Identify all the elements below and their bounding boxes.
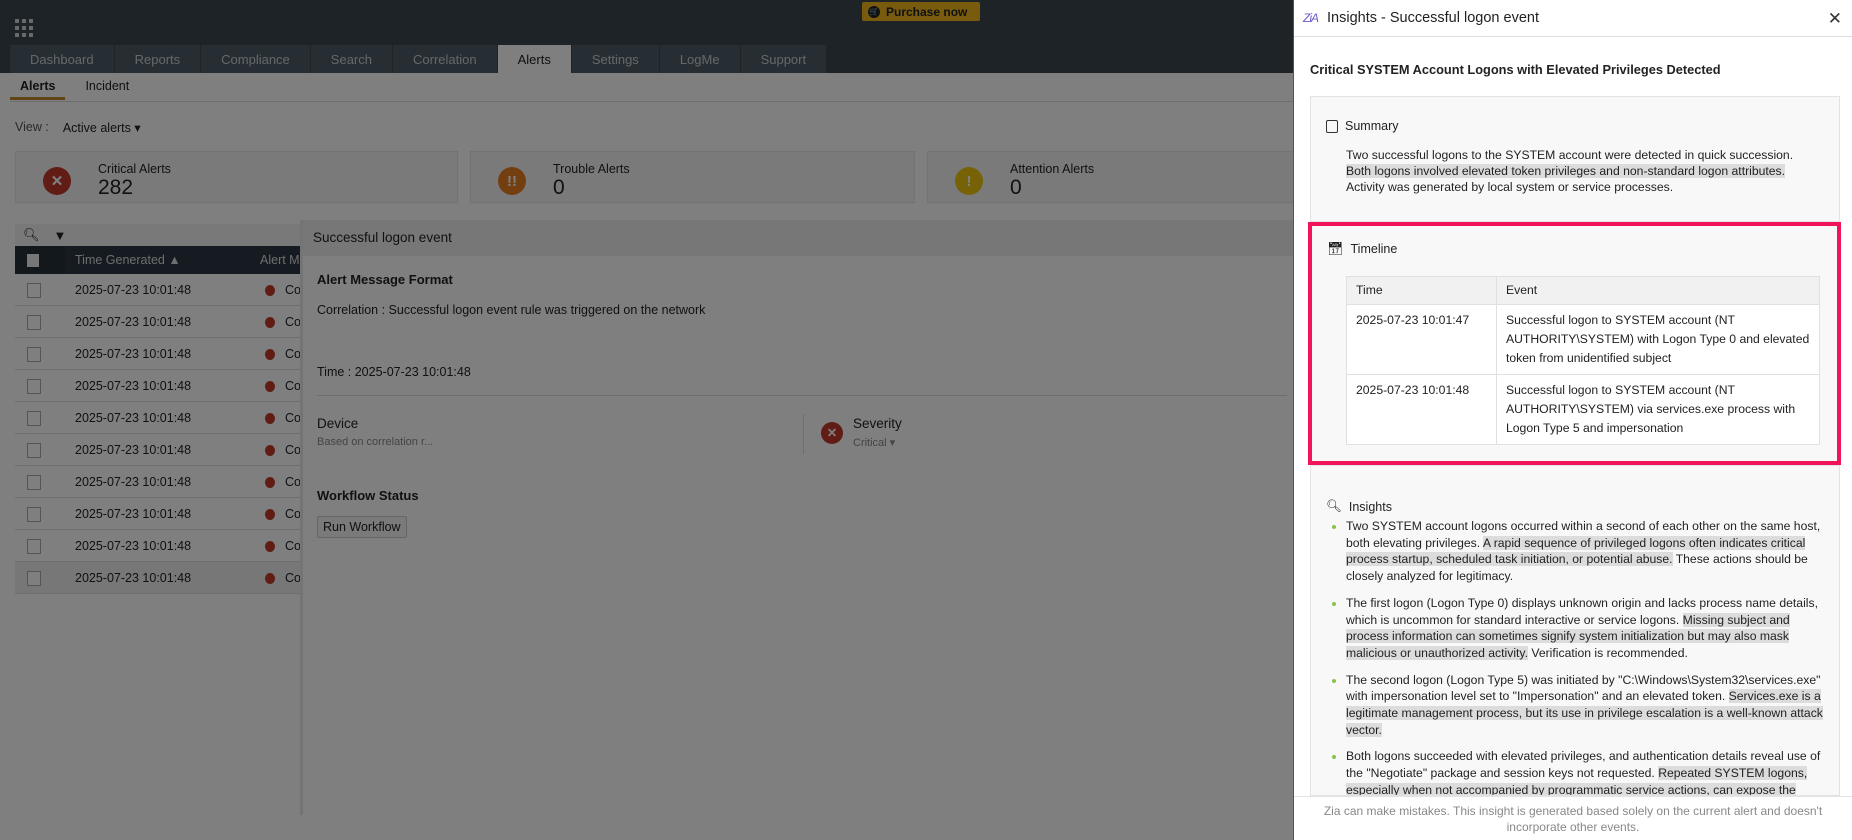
timeline-row: 2025-07-23 10:01:47 Successful logon to S… xyxy=(1346,304,1820,375)
timeline-time: 2025-07-23 10:01:48 xyxy=(1346,374,1497,445)
insights-section: 🔍︎ Insights Two SYSTEM account logons occ… xyxy=(1310,465,1840,796)
timeline-header: 📅︎ Timeline xyxy=(1327,241,1397,257)
panel-header: ZiA Insights - Successful logon event ✕ xyxy=(1294,0,1852,37)
insights-header: 🔍︎ Insights xyxy=(1326,499,1392,514)
summary-header: Summary xyxy=(1326,119,1398,133)
calendar-icon: 📅︎ xyxy=(1327,241,1344,256)
timeline-table: Time Event 2025-07-23 10:01:47 Successful … xyxy=(1346,276,1820,445)
close-icon[interactable]: ✕ xyxy=(1828,9,1842,29)
insight-item: The first logon (Logon Type 0) displays … xyxy=(1331,595,1831,662)
insight-heading: Critical SYSTEM Account Logons with Elev… xyxy=(1310,62,1721,77)
summary-label: Summary xyxy=(1345,119,1399,133)
insights-list: Two SYSTEM account logons occurred withi… xyxy=(1331,518,1831,795)
insights-label: Insights xyxy=(1348,499,1392,514)
timeline-event: Successful logon to SYSTEM account (NT A… xyxy=(1496,374,1820,445)
insights-panel: ZiA Insights - Successful logon event ✕ … xyxy=(1293,0,1852,840)
modal-backdrop[interactable] xyxy=(0,0,1293,840)
summary-section: Summary Two successful logons to the SYS… xyxy=(1310,96,1840,222)
column-event: Event xyxy=(1496,276,1820,305)
timeline-time: 2025-07-23 10:01:47 xyxy=(1346,304,1497,375)
timeline-row: 2025-07-23 10:01:48 Successful logon to S… xyxy=(1346,374,1820,445)
insight-text: Verification is recommended. xyxy=(1528,645,1688,660)
summary-sentence-highlight: Both logons involved elevated token priv… xyxy=(1346,164,1786,178)
insight-item: Two SYSTEM account logons occurred withi… xyxy=(1331,518,1831,585)
summary-sentence: Activity was generated by local system o… xyxy=(1346,180,1674,194)
summary-sentence: Two successful logons to the SYSTEM acco… xyxy=(1346,148,1794,162)
disclaimer-footer: Zia can make mistakes. This insight is g… xyxy=(1294,796,1852,840)
panel-title: Insights - Successful logon event xyxy=(1327,10,1539,26)
timeline-section: 📅︎ Timeline Time Event 2025-07-23 10:01:47… xyxy=(1308,222,1841,465)
timeline-label: Timeline xyxy=(1350,242,1398,256)
insight-item: The second logon (Logon Type 5) was init… xyxy=(1331,672,1831,739)
column-time: Time xyxy=(1346,276,1497,305)
summary-text: Two successful logons to the SYSTEM acco… xyxy=(1346,147,1826,195)
insight-item: Both logons succeeded with elevated priv… xyxy=(1331,748,1831,795)
zia-logo-icon: ZiA xyxy=(1303,11,1319,25)
timeline-event: Successful logon to SYSTEM account (NT A… xyxy=(1496,304,1820,375)
summary-icon xyxy=(1326,119,1338,133)
search-icon: 🔍︎ xyxy=(1326,499,1342,513)
